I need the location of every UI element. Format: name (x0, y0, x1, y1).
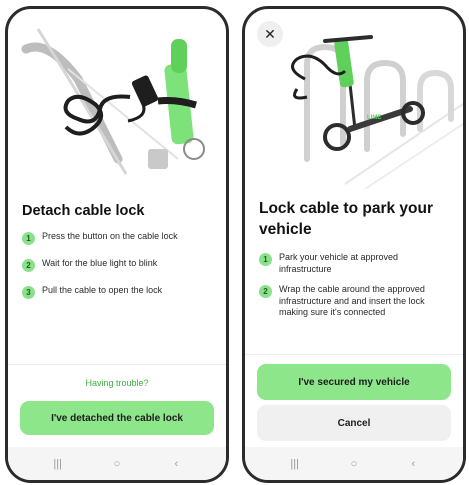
scooter-handlebar-cable-lock-icon (21, 28, 205, 175)
right-phone-screen: LIME ✕ Lock cable to park your vehicle 1… (242, 6, 466, 483)
page-title: Detach cable lock (22, 203, 145, 219)
lime-logo: LIME (367, 115, 381, 121)
step-text: Wait for the blue light to blink (42, 258, 158, 268)
cancel-button[interactable]: Cancel (257, 405, 451, 441)
step-number-badge: 2 (259, 285, 272, 298)
back-icon[interactable]: ‹ (403, 457, 423, 471)
android-nav-bar: ||| ○ ‹ (245, 447, 463, 480)
home-icon[interactable]: ○ (107, 457, 127, 471)
recents-icon[interactable]: ||| (285, 457, 305, 471)
step-text: Wrap the cable around the approved infra… (279, 284, 425, 317)
step-item: 3 Pull the cable to open the lock (22, 285, 216, 299)
secured-vehicle-button[interactable]: I've secured my vehicle (257, 364, 451, 400)
android-nav-bar: ||| ○ ‹ (8, 447, 226, 480)
home-icon[interactable]: ○ (344, 457, 364, 471)
step-text: Park your vehicle at approved infrastruc… (279, 252, 399, 274)
having-trouble-link[interactable]: Having trouble? (8, 378, 226, 388)
step-number-badge: 1 (259, 253, 272, 266)
step-number-badge: 2 (22, 259, 35, 272)
back-icon[interactable]: ‹ (166, 457, 186, 471)
step-number-badge: 1 (22, 232, 35, 245)
step-number-badge: 3 (22, 286, 35, 299)
step-item: 2 Wait for the blue light to blink (22, 258, 216, 272)
divider (8, 364, 226, 365)
divider (245, 354, 463, 355)
step-item: 2 Wrap the cable around the approved inf… (259, 284, 453, 319)
instruction-steps: 1 Press the button on the cable lock 2 W… (22, 231, 216, 312)
step-text: Pull the cable to open the lock (42, 285, 163, 295)
step-text: Press the button on the cable lock (42, 231, 178, 241)
step-item: 1 Park your vehicle at approved infrastr… (259, 252, 453, 275)
close-button[interactable]: ✕ (257, 21, 283, 47)
page-title: Lock cable to park your vehicle (259, 200, 433, 238)
recents-icon[interactable]: ||| (48, 457, 68, 471)
instruction-steps: 1 Park your vehicle at approved infrastr… (259, 252, 453, 328)
left-phone-screen: Detach cable lock 1 Press the button on … (5, 6, 229, 483)
detached-cable-lock-button[interactable]: I've detached the cable lock (20, 401, 214, 435)
close-icon: ✕ (264, 25, 276, 42)
step-item: 1 Press the button on the cable lock (22, 231, 216, 245)
